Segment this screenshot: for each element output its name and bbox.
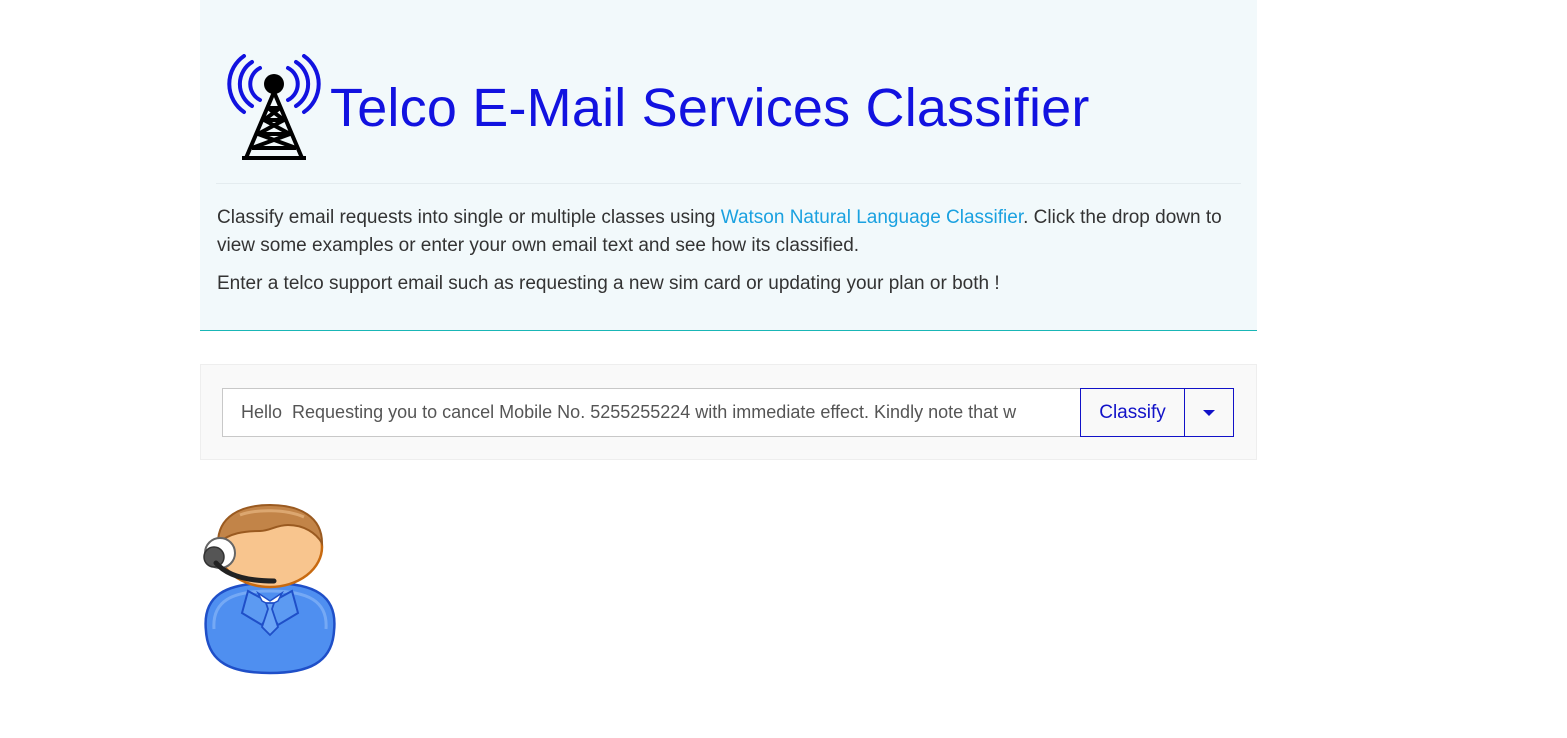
- support-agent-headset-icon: [203, 503, 336, 675]
- classify-button[interactable]: Classify: [1080, 388, 1185, 437]
- radio-tower-icon: [227, 54, 321, 160]
- header-divider: [216, 183, 1241, 184]
- watson-nlc-link[interactable]: Watson Natural Language Classifier: [721, 207, 1023, 228]
- title-row: Telco E-Mail Services Classifier: [220, 53, 1090, 163]
- email-text-input[interactable]: [222, 388, 1082, 437]
- header-jumbotron: Telco E-Mail Services Classifier Classif…: [200, 0, 1257, 331]
- description-block: Classify email requests into single or m…: [217, 204, 1227, 308]
- main-container: Telco E-Mail Services Classifier Classif…: [200, 0, 1257, 460]
- intro-paragraph: Classify email requests into single or m…: [217, 204, 1227, 260]
- page-title: Telco E-Mail Services Classifier: [330, 78, 1090, 138]
- classify-form-panel: Classify: [200, 364, 1257, 460]
- intro-text-before: Classify email requests into single or m…: [217, 207, 721, 228]
- examples-dropdown-button[interactable]: [1184, 388, 1234, 437]
- caret-down-icon: [1203, 409, 1215, 416]
- prompt-paragraph: Enter a telco support email such as requ…: [217, 273, 1000, 294]
